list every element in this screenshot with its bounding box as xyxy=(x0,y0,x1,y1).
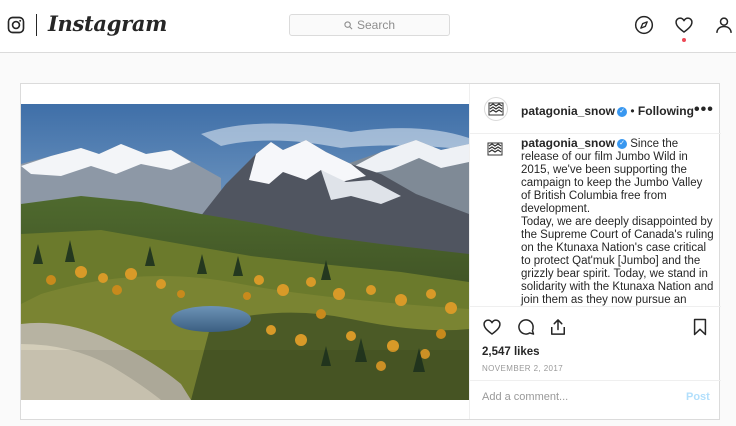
explore-compass-icon[interactable] xyxy=(634,15,654,35)
share-icon[interactable] xyxy=(548,317,568,337)
comment-input[interactable] xyxy=(482,391,672,403)
post-header-row: patagonia_snow ✓ • Following xyxy=(521,104,694,118)
post-caption: patagonia_snow ✓ Since the release of our… xyxy=(521,136,714,307)
post-card: patagonia_snow ✓ • Following ••• patagoni… xyxy=(20,83,721,420)
post-comment-button[interactable]: Post xyxy=(686,391,710,403)
post-side-panel: patagonia_snow ✓ • Following ••• patagoni… xyxy=(469,84,721,419)
brand-divider xyxy=(36,14,37,36)
caption-scroll-area[interactable]: patagonia_snow ✓ Since the release of our… xyxy=(470,134,721,306)
search-box[interactable]: Search xyxy=(289,14,450,36)
caption-author-avatar[interactable] xyxy=(484,138,506,160)
likes-count[interactable]: 2,547 likes xyxy=(482,346,540,358)
verified-badge-icon: ✓ xyxy=(617,106,628,117)
author-username[interactable]: patagonia_snow xyxy=(521,104,615,118)
post-photo[interactable] xyxy=(21,104,469,400)
post-header: patagonia_snow ✓ • Following ••• xyxy=(470,84,721,134)
activity-notification-dot xyxy=(682,38,686,42)
profile-icon[interactable] xyxy=(714,15,734,35)
activity-heart-icon[interactable] xyxy=(674,15,694,35)
more-options-icon[interactable]: ••• xyxy=(694,101,714,119)
caption-username[interactable]: patagonia_snow xyxy=(521,136,615,150)
following-button[interactable]: Following xyxy=(638,104,694,118)
author-avatar[interactable] xyxy=(484,97,508,121)
search-placeholder: Search xyxy=(356,18,396,32)
caption-verified-badge-icon: ✓ xyxy=(617,138,628,149)
header-separator: • xyxy=(630,104,635,118)
mountain-landscape-image xyxy=(21,104,469,400)
instagram-wordmark-logo[interactable]: Instagram xyxy=(48,11,167,36)
search-icon xyxy=(344,20,353,29)
caption-text-continued: Today, we are deeply disappointed by the… xyxy=(521,216,714,306)
comment-icon[interactable] xyxy=(516,317,536,337)
instagram-glyph-icon[interactable] xyxy=(7,16,25,34)
post-date: NOVEMBER 2, 2017 xyxy=(482,364,564,373)
comment-form: Post xyxy=(470,380,721,420)
like-icon[interactable] xyxy=(482,317,502,337)
top-navigation-bar: Instagram Search xyxy=(0,0,736,53)
save-bookmark-icon[interactable] xyxy=(690,317,710,337)
